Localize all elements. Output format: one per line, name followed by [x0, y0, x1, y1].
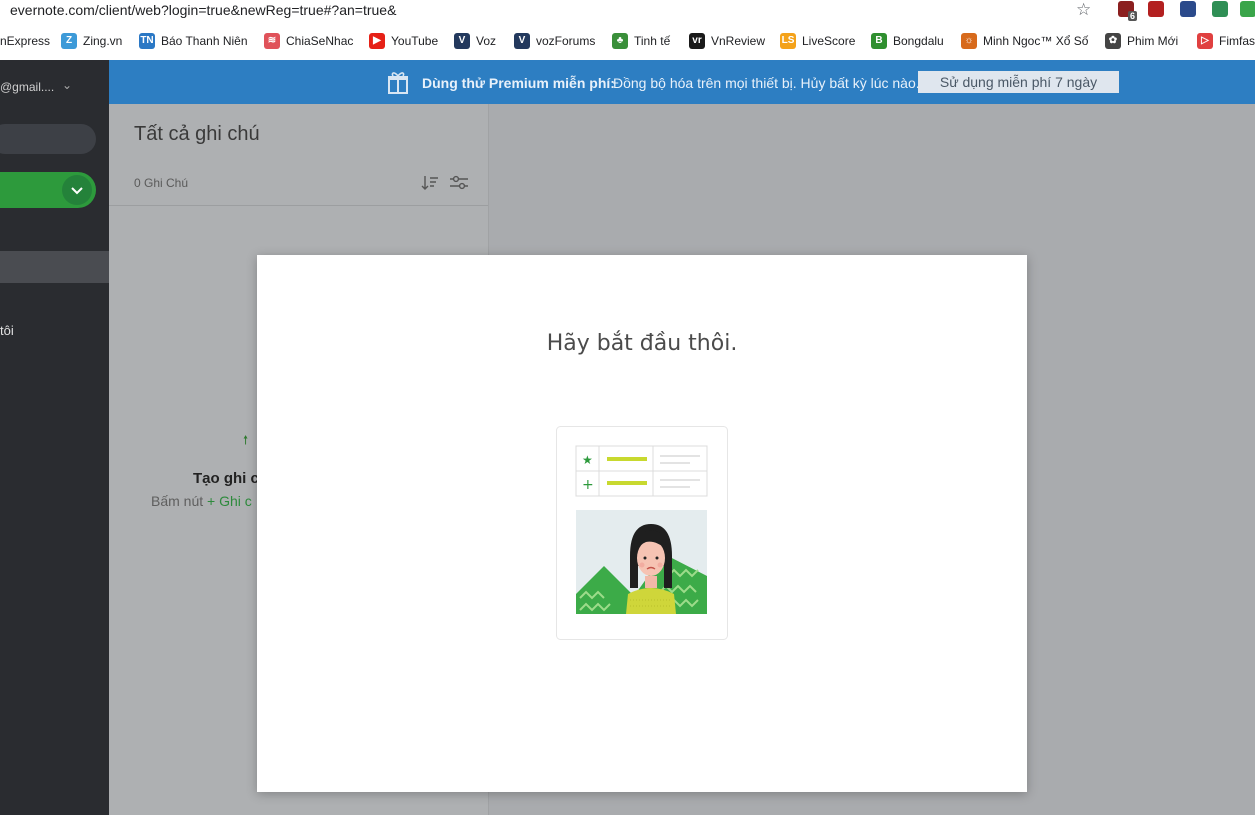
note-count: 0 Ghi Chú	[134, 176, 189, 190]
voz-icon: V	[454, 33, 470, 49]
youtube-icon: ▶	[369, 33, 385, 49]
livescore-icon: LS	[780, 33, 796, 49]
bookmark-label: Phim Mới	[1127, 34, 1179, 48]
bookmark-label: Fimfas	[1219, 34, 1255, 48]
vozforums-icon: V	[514, 33, 530, 49]
bookmark-label: LiveScore	[802, 34, 856, 48]
bongdalu-icon: B	[871, 33, 887, 49]
bookmark-label: VnReview	[711, 34, 766, 48]
bookmark-zing[interactable]: Z Zing.vn	[61, 32, 122, 50]
phimmoi-icon: ✿	[1105, 33, 1121, 49]
video-ext-icon[interactable]	[1148, 1, 1164, 17]
banner-headline: Dùng thử Premium miễn phí:	[422, 75, 615, 91]
account-email[interactable]: @gmail....	[0, 80, 54, 94]
url-text[interactable]: evernote.com/client/web?login=true&newRe…	[10, 2, 396, 18]
sidebar-item-all-notes[interactable]	[0, 251, 109, 283]
empty-state-title: Tạo ghi c	[193, 470, 259, 487]
free-trial-button[interactable]: Sử dụng miễn phí 7 ngày	[918, 71, 1119, 93]
chevron-down-icon[interactable]: ⌄	[62, 78, 72, 92]
bookmark-livescore[interactable]: LS LiveScore	[780, 32, 855, 50]
bookmark-voz[interactable]: V Voz	[454, 32, 496, 50]
bookmark-phimmoi[interactable]: ✿ Phim Mới	[1105, 32, 1178, 50]
bookmark-bongdalu[interactable]: B Bongdalu	[871, 32, 944, 50]
s-ext-icon[interactable]	[1212, 1, 1228, 17]
bookmark-label: Voz	[476, 34, 497, 48]
divider	[109, 205, 488, 206]
thanhnien-icon: TN	[139, 33, 155, 49]
bookmarks-bar: nExpress Z Zing.vn TN Báo Thanh Niên ≋ ChiaSeN…	[0, 22, 1255, 61]
bookmark-label: Tinh tế	[634, 34, 671, 48]
extension-badge: 6	[1127, 11, 1137, 21]
svg-text:★: ★	[582, 453, 593, 467]
bookmark-vnexpress[interactable]: nExpress	[0, 32, 50, 50]
empty-state-prefix: Bấm nút	[151, 493, 204, 509]
search-button[interactable]	[0, 124, 96, 154]
vnreview-icon: vr	[689, 33, 705, 49]
wordpress-icon[interactable]	[1180, 1, 1196, 17]
bookmark-vozforums[interactable]: VvozForums	[514, 32, 595, 50]
fimfast-icon: ▷	[1197, 33, 1213, 49]
bookmark-fimfast[interactable]: ▷ Fimfas	[1197, 32, 1255, 50]
bookmark-chiasenhac[interactable]: ≋ ChiaSeNhac	[264, 32, 353, 50]
bookmark-label: YouTube	[391, 34, 439, 48]
minhngoc-icon: ☼	[961, 33, 977, 49]
empty-state-link: + Ghi c	[207, 493, 252, 509]
zing-icon: Z	[61, 33, 77, 49]
sidebar-item-label[interactable]: tôi	[0, 323, 14, 338]
gift-icon	[388, 72, 408, 94]
shield-check-icon[interactable]	[1240, 1, 1255, 17]
bookmark-label: Báo Thanh Niên	[161, 34, 248, 48]
chiasenhac-icon: ≋	[264, 33, 280, 49]
banner-text: Đồng bộ hóa trên mọi thiết bị. Hủy bất k…	[613, 75, 920, 91]
bookmark-label: Zing.vn	[83, 34, 123, 48]
new-note-chevron-icon[interactable]	[62, 175, 92, 205]
bookmark-youtube[interactable]: ▶ YouTube	[369, 32, 438, 50]
sort-icon[interactable]	[421, 174, 439, 192]
onboarding-modal: Hãy bắt đầu thôi. ★ +	[257, 255, 1027, 792]
empty-state-subtitle: Bấm nút + Ghi c	[151, 493, 252, 509]
page-title: Tất cả ghi chú	[134, 123, 260, 145]
bookmark-label: nExpress	[0, 34, 51, 48]
note-illustration: ★ +	[556, 426, 728, 640]
tinhte-icon: ♣	[612, 33, 628, 49]
svg-text:+: +	[582, 477, 594, 493]
bookmark-vnreview[interactable]: vr VnReview	[689, 32, 765, 50]
arrow-up-icon: 🠕	[243, 433, 249, 447]
bookmark-label: ChiaSeNhac	[286, 34, 354, 48]
address-bar[interactable]: evernote.com/client/web?login=true&newRe…	[0, 0, 1255, 22]
bookmark-label: vozForums	[536, 34, 596, 48]
bookmark-star-icon[interactable]: ☆	[1076, 0, 1091, 20]
bookmark-tinhte[interactable]: ♣ Tinh tế	[612, 32, 670, 50]
filter-icon[interactable]	[449, 174, 469, 192]
bookmark-thanhnien[interactable]: TN Báo Thanh Niên	[139, 32, 248, 50]
bookmark-minhngoc[interactable]: ☼ Minh Ngoc™ Xổ Số	[961, 32, 1088, 50]
ublock-icon[interactable]: 6	[1118, 1, 1137, 21]
bookmark-label: Minh Ngoc™ Xổ Số	[983, 34, 1089, 48]
bookmark-label: Bongdalu	[893, 34, 944, 48]
modal-title: Hãy bắt đầu thôi.	[546, 331, 738, 356]
